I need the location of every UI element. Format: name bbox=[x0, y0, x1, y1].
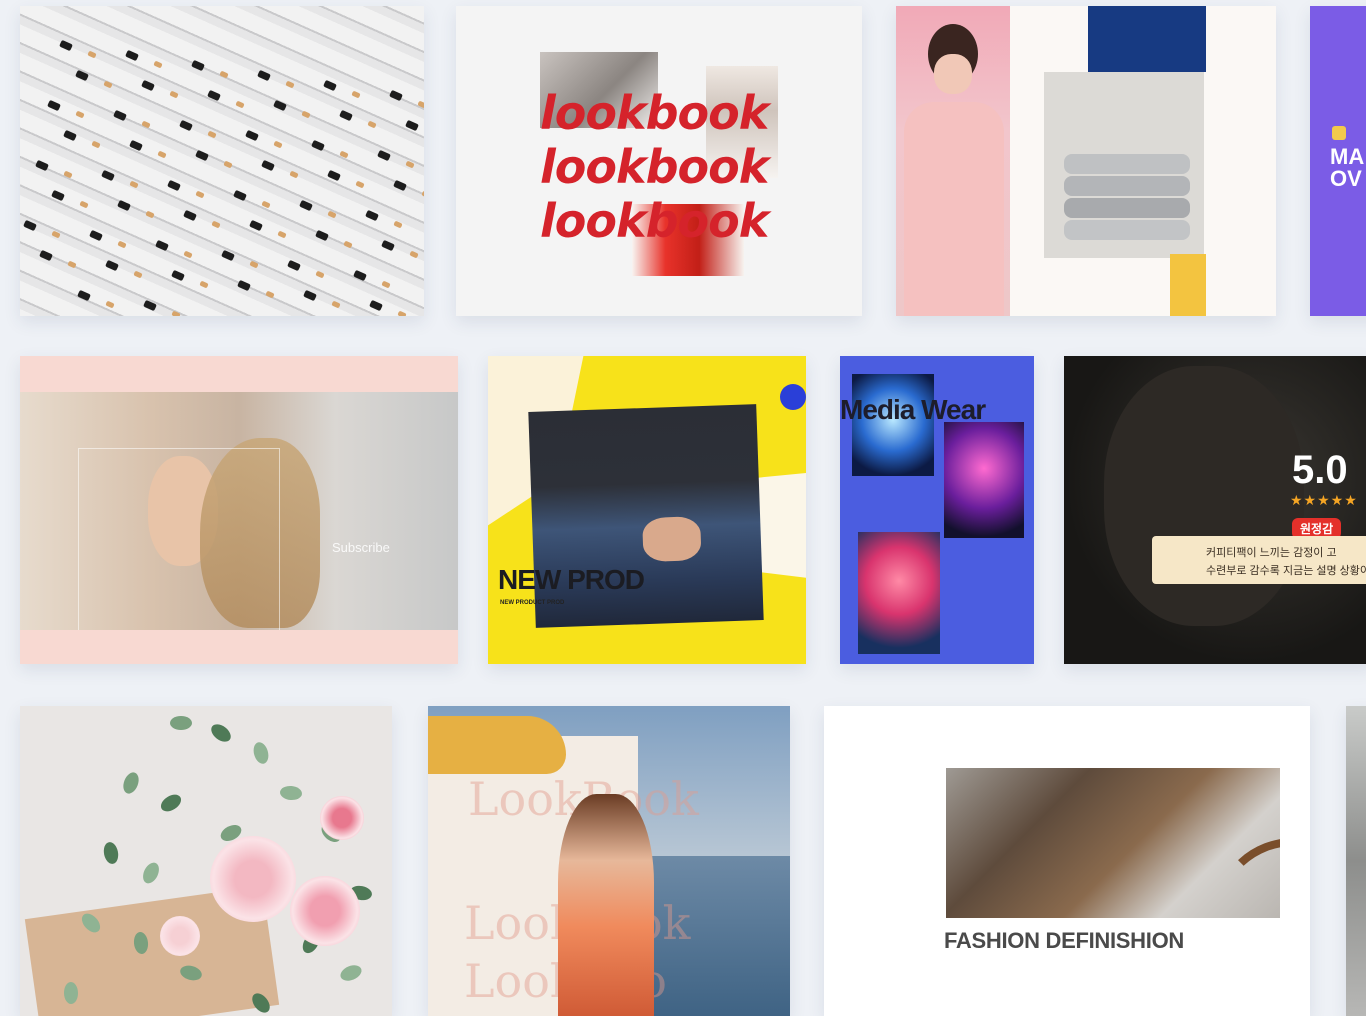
navy-block bbox=[1088, 6, 1206, 72]
leaf-mark bbox=[208, 720, 234, 746]
silhouette-shape bbox=[1104, 366, 1304, 626]
photo-towels bbox=[1044, 72, 1204, 258]
template-card-subscribe[interactable]: Subscribe bbox=[20, 356, 458, 664]
leaf-mark bbox=[170, 716, 192, 730]
flower-mark bbox=[160, 916, 200, 956]
star-rating-icon: ★★★★★ bbox=[1290, 492, 1358, 508]
photo-blonde-woman: Subscribe bbox=[20, 392, 458, 630]
review-line-2: 수련부로 감수록 지금는 설명 상황이 bbox=[1206, 565, 1366, 577]
yellow-block bbox=[1170, 254, 1206, 316]
photo-neon-portrait bbox=[858, 532, 940, 654]
new-product-headline: NEW PROD bbox=[498, 564, 645, 595]
template-card-new-product[interactable]: NEW PROD NEW PRODUCT PROD bbox=[488, 356, 806, 664]
hand-shape bbox=[642, 516, 702, 563]
purple-title-1: MA bbox=[1330, 144, 1365, 169]
badge-icon bbox=[1332, 126, 1346, 140]
photo-neon-woman bbox=[944, 422, 1024, 538]
review-score: 5.0 bbox=[1292, 448, 1348, 492]
template-card-lookbook-beach[interactable]: LookBook Lookbook LookBoo bbox=[428, 706, 790, 1016]
fashion-headline: FASHION DEFINISHION bbox=[944, 928, 1184, 953]
sweater-shape bbox=[904, 102, 1004, 316]
new-product-subline: NEW PRODUCT PROD bbox=[500, 600, 565, 606]
frame-outline bbox=[78, 448, 280, 630]
template-card-purple[interactable]: MA OV bbox=[1310, 6, 1366, 316]
template-card-flowers[interactable] bbox=[20, 706, 392, 1016]
flower-mark bbox=[210, 836, 296, 922]
template-card-pink-towels[interactable] bbox=[896, 6, 1276, 316]
pencils-image bbox=[20, 6, 424, 316]
leaf-mark bbox=[279, 785, 303, 801]
brush-stroke bbox=[428, 716, 566, 774]
leaf-mark bbox=[120, 770, 142, 796]
template-card-media-wear[interactable]: Media Wear bbox=[840, 356, 1034, 664]
photo-bag bbox=[946, 768, 1280, 918]
blue-dot bbox=[780, 384, 806, 410]
purple-title-2: OV bbox=[1330, 166, 1362, 191]
media-wear-headline: Media Wear bbox=[840, 394, 986, 425]
leaf-mark bbox=[63, 981, 79, 1005]
template-card-lookbook[interactable]: lookbook lookbook lookbook bbox=[456, 6, 862, 316]
template-card-fashion[interactable]: FASHION DEFINISHION bbox=[824, 706, 1310, 1016]
template-card-review[interactable]: 5.0 ★★★★★ 원정감 커피티팩이 느끼는 감정이 고 수련부로 감수록 지… bbox=[1064, 356, 1366, 664]
template-card-pencils[interactable] bbox=[20, 6, 424, 316]
review-text-box: 커피티팩이 느끼는 감정이 고 수련부로 감수록 지금는 설명 상황이 bbox=[1152, 536, 1366, 584]
leaf-mark bbox=[157, 791, 185, 815]
template-card-edge[interactable] bbox=[1346, 706, 1366, 1016]
lookbook-title-2: lookbook bbox=[540, 140, 769, 194]
flower-mark bbox=[290, 876, 360, 946]
bag-strap-shape bbox=[1216, 838, 1280, 918]
flower-mark bbox=[320, 796, 364, 840]
review-line-1: 커피티팩이 느끼는 감정이 고 bbox=[1206, 547, 1337, 559]
face-shape bbox=[934, 54, 972, 94]
leaf-mark bbox=[251, 740, 271, 766]
lookbook-title-1: lookbook bbox=[540, 86, 769, 140]
leaf-mark bbox=[102, 840, 120, 866]
subscribe-label: Subscribe bbox=[332, 540, 390, 555]
leaf-mark bbox=[338, 962, 364, 984]
lookbook-title-3: lookbook bbox=[540, 194, 769, 248]
photo-pink-model bbox=[896, 6, 1010, 316]
photo-woman bbox=[558, 794, 654, 1016]
leaf-mark bbox=[139, 860, 163, 886]
